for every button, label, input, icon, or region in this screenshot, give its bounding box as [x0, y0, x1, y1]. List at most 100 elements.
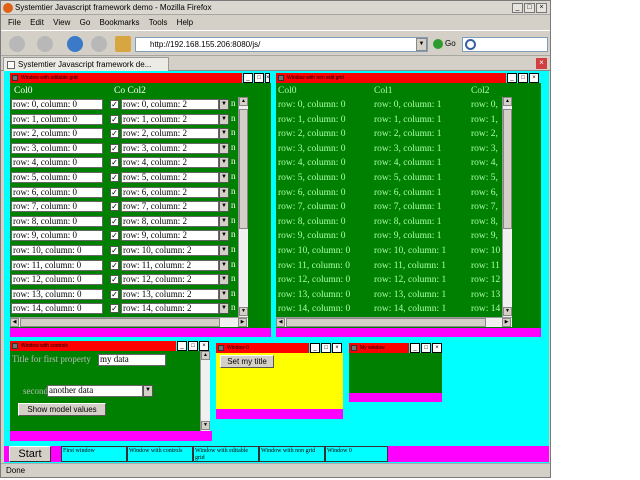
grid-cell-input[interactable]: row: 9, column: 0: [11, 230, 103, 242]
horizontal-scrollbar[interactable]: ◀ ▶: [276, 317, 512, 327]
grid-cell-input[interactable]: row: 3, column: 0: [11, 142, 103, 154]
dropdown-icon[interactable]: ▼: [219, 303, 229, 315]
url-dropdown-icon[interactable]: ▼: [416, 38, 427, 51]
grid-cell-select[interactable]: row: 6, column: 2: [121, 186, 219, 198]
checkbox[interactable]: ✓: [110, 202, 119, 212]
checkbox[interactable]: ✓: [110, 114, 119, 124]
grid-cell-input[interactable]: row: 6, column: 0: [11, 186, 103, 198]
dropdown-icon[interactable]: ▼: [219, 230, 229, 242]
tab-systemtier[interactable]: Systemtier Javascript framework de...: [3, 57, 169, 71]
scroll-thumb[interactable]: [503, 109, 512, 229]
cell-value[interactable]: row: 14, column: 0: [278, 304, 350, 314]
grid-cell-input[interactable]: row: 10, column: 0: [11, 245, 103, 256]
scroll-down-icon[interactable]: ▼: [239, 307, 248, 316]
show-model-values-button[interactable]: Show model values: [18, 403, 106, 416]
maximize-icon[interactable]: □: [421, 343, 431, 353]
window-titlebar[interactable]: Window with editable grid: [10, 73, 242, 83]
close-icon[interactable]: ×: [529, 73, 539, 83]
column-header[interactable]: Col0: [278, 86, 296, 96]
checkbox[interactable]: ✓: [110, 275, 119, 285]
grid-cell-select[interactable]: row: 2, column: 2: [121, 128, 219, 140]
scroll-up-icon[interactable]: ▲: [239, 97, 248, 106]
cell-value[interactable]: row: 9, column: 0: [278, 231, 346, 241]
menu-view[interactable]: View: [53, 16, 70, 29]
dropdown-icon[interactable]: ▼: [219, 215, 229, 227]
search-input[interactable]: [462, 37, 548, 52]
grid-cell-input[interactable]: row: 7, column: 0: [11, 201, 103, 213]
close-icon[interactable]: ×: [265, 73, 270, 83]
dropdown-icon[interactable]: ▼: [219, 259, 229, 271]
cell-value[interactable]: row: 14, column: 1: [374, 304, 446, 314]
taskbar-item[interactable]: Window with editable grid: [193, 446, 259, 462]
grid-cell-input[interactable]: row: 13, column: 0: [11, 288, 103, 300]
scroll-left-icon[interactable]: ◀: [10, 318, 19, 327]
cell-value[interactable]: row: 0, column: 1: [374, 100, 442, 110]
checkbox[interactable]: ✓: [110, 289, 119, 299]
window-titlebar[interactable]: My window: [349, 343, 409, 353]
cell-value[interactable]: row: 1, column: 1: [374, 115, 442, 125]
reload-icon[interactable]: [67, 36, 83, 52]
cell-value[interactable]: row: 3, column: 0: [278, 144, 346, 154]
forward-icon[interactable]: [37, 36, 53, 52]
dropdown-icon[interactable]: ▼: [219, 128, 229, 140]
taskbar-item[interactable]: First window: [61, 446, 127, 462]
checkbox[interactable]: ✓: [110, 260, 119, 270]
scroll-down-icon[interactable]: ▼: [201, 421, 210, 430]
grid-cell-input[interactable]: row: 14, column: 0: [11, 303, 103, 315]
cell-value[interactable]: row: 2,: [471, 129, 498, 139]
dropdown-icon[interactable]: ▼: [219, 186, 229, 198]
start-button[interactable]: Start: [9, 446, 51, 462]
cell-value[interactable]: row: 7, column: 1: [374, 202, 442, 212]
minimize-icon[interactable]: _: [243, 73, 253, 83]
cell-value[interactable]: row: 8, column: 0: [278, 217, 346, 227]
scroll-right-icon[interactable]: ▶: [238, 318, 247, 327]
grid-cell-input[interactable]: row: 11, column: 0: [11, 259, 103, 271]
column-header[interactable]: Col0: [14, 86, 32, 96]
cell-value[interactable]: row: 7, column: 0: [278, 202, 346, 212]
scroll-up-icon[interactable]: ▲: [503, 97, 512, 106]
checkbox[interactable]: ✓: [110, 246, 119, 255]
scroll-down-icon[interactable]: ▼: [503, 307, 512, 316]
cell-value[interactable]: row: 10: [471, 246, 500, 256]
maximize-icon[interactable]: □: [254, 73, 264, 83]
cell-value[interactable]: row: 10, column: 0: [278, 246, 350, 256]
checkbox[interactable]: ✓: [110, 216, 119, 226]
scroll-left-icon[interactable]: ◀: [276, 318, 285, 327]
grid-cell-input[interactable]: row: 8, column: 0: [11, 215, 103, 227]
checkbox[interactable]: ✓: [110, 231, 119, 241]
cell-value[interactable]: row: 2, column: 1: [374, 129, 442, 139]
close-icon[interactable]: ×: [332, 343, 342, 353]
cell-value[interactable]: row: 8,: [471, 217, 498, 227]
menu-bookmarks[interactable]: Bookmarks: [100, 16, 140, 29]
checkbox[interactable]: ✓: [110, 158, 119, 168]
column-header[interactable]: Col2: [471, 86, 489, 96]
scroll-thumb[interactable]: [286, 318, 486, 327]
grid-cell-select[interactable]: row: 11, column: 2: [121, 259, 219, 271]
cell-value[interactable]: row: 9,: [471, 231, 498, 241]
cell-value[interactable]: row: 12: [471, 275, 500, 285]
grid-cell-input[interactable]: row: 1, column: 0: [11, 113, 103, 125]
scroll-up-icon[interactable]: ▲: [201, 351, 210, 360]
cell-value[interactable]: row: 4,: [471, 158, 498, 168]
cell-value[interactable]: row: 0,: [471, 100, 498, 110]
minimize-icon[interactable]: _: [310, 343, 320, 353]
cell-value[interactable]: row: 5, column: 0: [278, 173, 346, 183]
cell-value[interactable]: row: 11, column: 1: [374, 261, 446, 271]
cell-value[interactable]: row: 6, column: 1: [374, 188, 442, 198]
cell-value[interactable]: row: 9, column: 1: [374, 231, 442, 241]
scroll-right-icon[interactable]: ▶: [502, 318, 511, 327]
grid-cell-select[interactable]: row: 0, column: 2: [121, 99, 219, 110]
checkbox[interactable]: ✓: [110, 187, 119, 197]
grid-cell-input[interactable]: row: 4, column: 0: [11, 157, 103, 169]
go-icon[interactable]: [433, 39, 443, 49]
checkbox[interactable]: ✓: [110, 173, 119, 182]
grid-cell-select[interactable]: row: 10, column: 2: [121, 245, 219, 256]
menu-file[interactable]: File: [8, 16, 21, 29]
grid-cell-select[interactable]: row: 7, column: 2: [121, 201, 219, 213]
maximize-icon[interactable]: □: [518, 73, 528, 83]
grid-cell-select[interactable]: row: 8, column: 2: [121, 215, 219, 227]
menu-tools[interactable]: Tools: [149, 16, 168, 29]
cell-value[interactable]: row: 7,: [471, 202, 498, 212]
minimize-icon[interactable]: _: [512, 3, 523, 13]
grid-cell-select[interactable]: row: 3, column: 2: [121, 142, 219, 154]
